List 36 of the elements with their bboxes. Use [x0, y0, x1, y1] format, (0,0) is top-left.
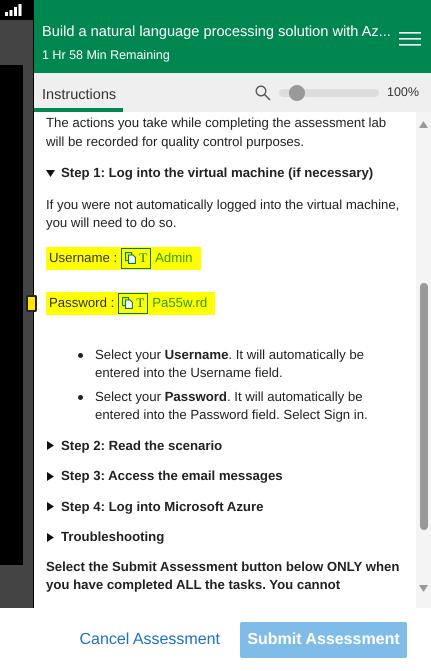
scrollbar-thumb[interactable]: [420, 283, 428, 530]
scroll-down-icon[interactable]: [419, 585, 428, 592]
credential-label: Password :: [49, 294, 114, 312]
caret-icon[interactable]: [46, 532, 55, 542]
time-remaining: 1 Hr 58 Min Remaining: [42, 47, 171, 64]
copy-button[interactable]: T: [118, 292, 148, 314]
caret-icon[interactable]: [46, 472, 55, 481]
section-heading[interactable]: Troubleshooting: [61, 528, 164, 546]
caret-icon[interactable]: [46, 441, 55, 450]
bullet-icon: [78, 394, 83, 400]
caret-icon[interactable]: [46, 168, 55, 178]
section-heading[interactable]: Step 3: Access the email messages: [61, 467, 283, 486]
signal-icon: [5, 4, 22, 16]
submit-notice: Select the Submit Assessment button below ONLY when you have completed ALL the tasks. You cannot: [46, 558, 400, 594]
cancel-link[interactable]: Cancel Assessment: [79, 628, 220, 652]
cursor-marker-icon: [26, 295, 37, 312]
caret-icon[interactable]: [46, 502, 55, 512]
bullet-icon: [78, 352, 83, 358]
scroll-up-icon[interactable]: [419, 121, 428, 128]
section-heading[interactable]: Step 1: Log into the virtual machine (if necessary): [61, 164, 374, 182]
copy-icon: [122, 297, 134, 309]
credential-label: Username :: [49, 248, 118, 267]
copy-button[interactable]: T: [121, 248, 152, 268]
step-text: If you were not automatically logged into the virtual machine, you will need to do so.: [46, 196, 400, 232]
section-heading[interactable]: Step 2: Read the scenario: [61, 436, 222, 455]
copy-icon: [125, 252, 136, 264]
intro-text: The actions you take while completing the assessment lab will be recorded for quality control purposes.: [46, 114, 388, 151]
tab[interactable]: Instructions: [34, 73, 123, 112]
lab-title: Build a natural language processing solution with Az...: [42, 23, 391, 42]
instruction-item: Select your Username. It will automatically be entered into the Username field.: [95, 346, 366, 382]
zoom-reading: 100%: [387, 84, 419, 102]
scrollbar[interactable]: [416, 112, 431, 608]
section-heading[interactable]: Step 4: Log into Microsoft Azure: [61, 498, 264, 516]
zoom-slider-thumb[interactable]: [289, 84, 306, 100]
instruction-item: Select your Password. It will automatically be entered into the Password field. Select Sign in.: [95, 388, 369, 424]
search-icon: [255, 84, 272, 100]
